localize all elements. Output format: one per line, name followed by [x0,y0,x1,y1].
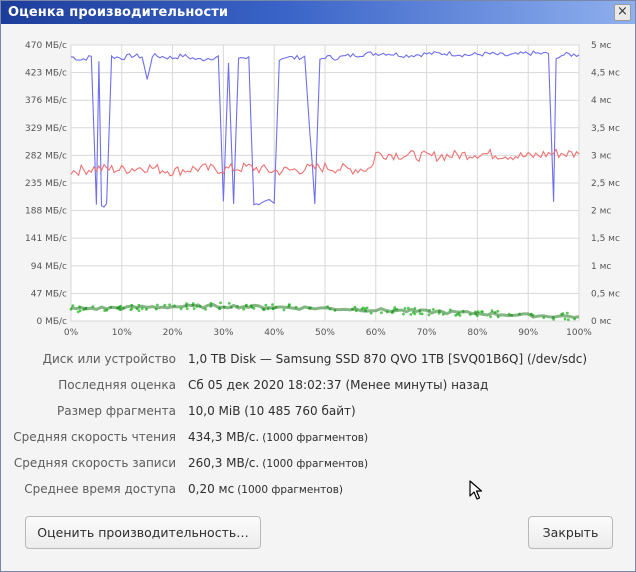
access-time-point [566,311,569,315]
info-note: (1000 фрагментов) [262,432,369,444]
access-time-point [393,306,397,309]
y-right-tick-label: 0 мс [591,317,611,327]
access-time-point [264,303,268,307]
access-time-point [402,312,405,316]
info-value-text: 0,20 мс [188,482,235,496]
y-left-tick-label: 329 МБ/с [25,124,67,134]
start-benchmark-button[interactable]: Оценить производительность… [25,516,261,549]
x-tick-label: 70% [417,328,437,338]
info-label: Среднее время доступа [24,482,176,496]
y-left-tick-label: 94 МБ/с [31,262,67,272]
info-row: Средняя скорость записи 260,3 MB/с. (1000 … [1,456,631,476]
info-label: Последняя оценка [58,378,176,392]
x-tick-label: 80% [467,328,487,338]
y-right-tick-label: 4,5 мс [591,69,620,79]
x-tick-label: 10% [112,328,132,338]
access-time-point [566,318,570,321]
access-time-point [227,302,231,305]
benchmark-chart: 0% 10% 20% 30% 40% 50% 60% 70% 80% 90% 100% 0 МБ/с 0… [11,31,625,341]
x-tick-label: 50% [315,328,335,338]
close-button[interactable]: Закрыть [528,516,613,549]
access-time-point [185,307,189,310]
y-right-tick-label: 1 мс [591,262,611,272]
x-tick-label: 40% [264,328,284,338]
y-left-tick-label: 376 МБ/с [25,96,67,106]
window-title: Оценка производительности [8,5,229,20]
access-time-point [431,308,435,311]
access-time-point [409,313,413,316]
info-value: Сб 05 дек 2020 18:02:37 (Менее минуты) н… [188,378,488,392]
y-right-tick-label: 4 мс [591,96,611,106]
info-value-text: 260,3 MB/с. [188,456,260,470]
info-row: Средняя скорость чтения 434,3 MB/с. (1000 … [1,430,631,450]
access-time-point [76,310,80,314]
access-time-point [413,312,417,316]
info-note: (1000 фрагментов) [262,458,369,470]
benchmark-dialog: Оценка производительности × 0% 10% 20% 30% 4… [0,0,636,572]
info-row: Диск или устройство 1,0 TB Disk — Samsung… [1,352,631,372]
x-tick-label: 30% [213,328,233,338]
y-left-tick-label: 188 МБ/с [25,207,67,217]
info-value-text: Сб 05 дек 2020 18:02:37 (Менее минуты) н… [188,378,489,392]
access-time-point [563,317,567,321]
x-tick-label: 100% [566,328,592,338]
info-value: 434,3 MB/с. (1000 фрагментов) [188,430,368,444]
info-row: Среднее время доступа 0,20 мс (1000 фрагме… [1,482,631,502]
info-value-text: 434,3 MB/с. [188,430,260,444]
y-left-tick-label: 282 МБ/с [25,151,67,161]
y-right-tick-label: 1,5 мс [591,234,620,244]
y-left-tick-label: 423 МБ/с [25,69,67,79]
y-right-tick-label: 0,5 мс [591,289,620,299]
info-value: 0,20 мс (1000 фрагментов) [188,482,343,496]
y-left-tick-label: 235 МБ/с [25,179,67,189]
y-left-tick-label: 47 МБ/с [31,289,67,299]
y-right-tick-label: 3,5 мс [591,124,620,134]
access-time-point [271,303,274,307]
info-label: Диск или устройство [42,352,176,366]
y-left-tick-label: 0 МБ/с [36,317,67,327]
close-icon[interactable]: × [614,4,631,21]
info-note: (1000 фрагментов) [237,484,344,496]
y-left-tick-label: 470 МБ/с [25,41,67,51]
y-right-tick-label: 2,5 мс [591,179,620,189]
access-time-point [219,301,223,305]
chart-svg: 0% 10% 20% 30% 40% 50% 60% 70% 80% 90% 100% 0 МБ/с 0… [25,41,620,338]
access-time-point [129,308,133,312]
access-time-point [380,311,383,315]
x-tick-label: 90% [518,328,538,338]
x-tick-label: 0% [64,328,79,338]
y-right-tick-label: 3 мс [591,151,611,161]
access-time-point [192,307,196,310]
info-value: 1,0 TB Disk — Samsung SSD 870 QVO 1TB [S… [188,352,587,366]
info-label: Средняя скорость записи [13,456,176,470]
info-value: 10,0 MiB (10 485 760 байт) [188,404,356,418]
mouse-cursor-icon [469,480,483,500]
access-time-point [496,309,500,313]
y-left-tick-label: 141 МБ/с [25,234,67,244]
info-value: 260,3 MB/с. (1000 фрагментов) [188,456,368,470]
y-right-tick-label: 2 мс [591,207,611,217]
access-time-point [282,308,286,312]
x-tick-label: 60% [366,328,386,338]
info-label: Средняя скорость чтения [13,430,176,444]
access-time-point [420,312,424,316]
info-value-text: 10,0 MiB (10 485 760 байт) [188,404,356,418]
info-value-text: 1,0 TB Disk — Samsung SSD 870 QVO 1TB [S… [188,352,588,366]
access-time-point [287,303,291,307]
info-row: Размер фрагмента 10,0 MiB (10 485 760 бай… [1,404,631,424]
access-time-point [427,313,431,317]
y-right-tick-label: 5 мс [591,41,611,51]
info-row: Последняя оценка Сб 05 дек 2020 18:02:37 … [1,378,631,398]
title-bar[interactable]: Оценка производительности × [1,1,635,24]
access-time-point [156,303,159,307]
info-label: Размер фрагмента [57,404,176,418]
x-tick-label: 20% [163,328,183,338]
